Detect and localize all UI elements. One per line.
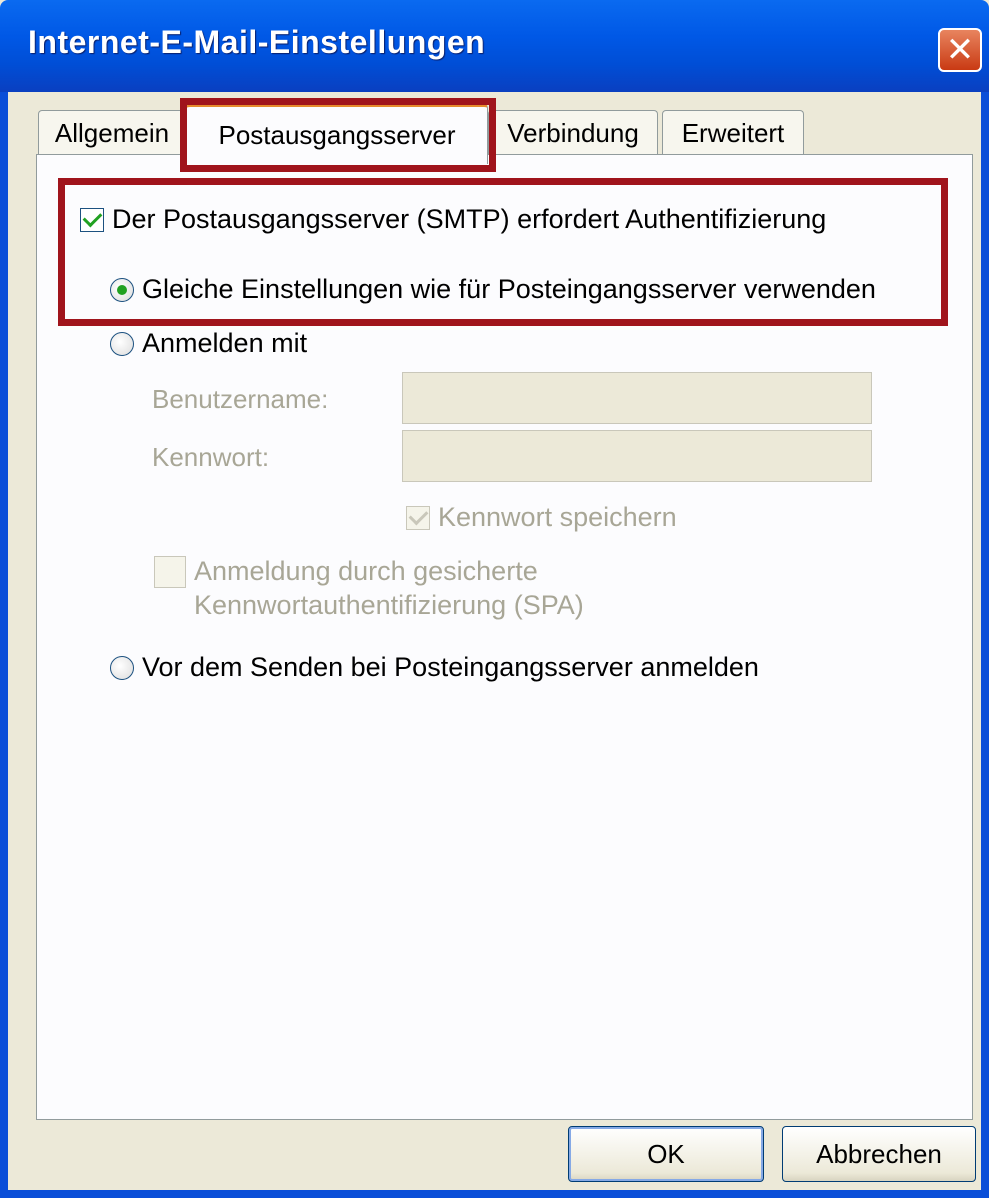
tab-label: Allgemein [54, 118, 170, 148]
window-frame-right [981, 92, 989, 1198]
password-input[interactable] [402, 430, 872, 482]
login-before-send-option[interactable]: Vor dem Senden bei Posteingangsserver an… [110, 652, 759, 683]
save-password-option[interactable]: Kennwort speichern [406, 502, 677, 533]
tab-verbindung[interactable]: Verbindung [488, 110, 658, 156]
spa-option[interactable]: Anmeldung durch gesicherte Kennwortauthe… [154, 554, 584, 622]
window-frame-left [0, 92, 8, 1198]
tab-label: Verbindung [507, 118, 639, 148]
password-label: Kennwort: [152, 442, 270, 472]
dialog-client-area: Allgemein Postausgangsserver Verbindung … [8, 92, 981, 1190]
spa-checkbox[interactable] [154, 556, 186, 588]
options-highlight-box [58, 178, 948, 326]
cancel-button-label: Abbrechen [816, 1138, 942, 1169]
tab-label: Erweitert [681, 118, 785, 148]
login-before-send-radio[interactable] [110, 655, 134, 680]
save-password-checkbox[interactable] [406, 505, 430, 530]
login-with-option[interactable]: Anmelden mit [110, 328, 307, 359]
spa-label-group: Anmeldung durch gesicherte Kennwortauthe… [194, 554, 584, 622]
window-title: Internet-E-Mail-Einstellungen [28, 24, 486, 60]
spa-label-line1: Anmeldung durch gesicherte [194, 556, 538, 586]
login-with-radio[interactable] [110, 331, 134, 356]
title-bar[interactable]: Internet-E-Mail-Einstellungen ✕ [0, 0, 989, 92]
window-frame-bottom [0, 1190, 989, 1198]
spa-label-line2: Kennwortauthentifizierung (SPA) [194, 590, 584, 620]
check-icon [408, 505, 428, 526]
tab-allgemein[interactable]: Allgemein [38, 110, 186, 156]
login-before-send-label: Vor dem Senden bei Posteingangsserver an… [142, 652, 759, 682]
close-icon: ✕ [945, 31, 975, 69]
ok-button[interactable]: OK [568, 1126, 764, 1182]
username-label: Benutzername: [152, 384, 329, 414]
tab-erweitert[interactable]: Erweitert [662, 110, 804, 156]
close-button[interactable]: ✕ [938, 28, 982, 72]
cancel-button[interactable]: Abbrechen [782, 1126, 976, 1182]
login-with-label: Anmelden mit [142, 328, 308, 358]
ok-button-label: OK [647, 1138, 685, 1169]
settings-dialog: Internet-E-Mail-Einstellungen ✕ Allgemei… [0, 0, 989, 1198]
username-input[interactable] [402, 372, 872, 424]
tab-highlight-box [180, 98, 496, 172]
save-password-label: Kennwort speichern [438, 502, 677, 532]
